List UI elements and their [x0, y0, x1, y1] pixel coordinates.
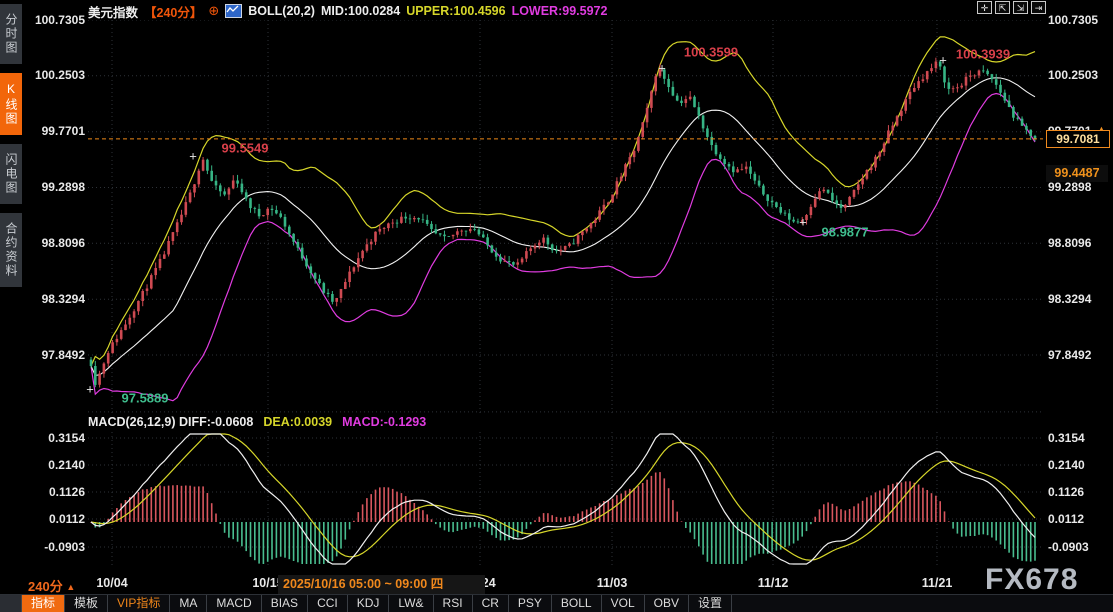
toolbar-button[interactable]: 指标	[22, 595, 65, 612]
toolbar-button[interactable]: OBV	[645, 595, 689, 612]
chart-control-icon[interactable]: ⇱	[995, 1, 1010, 14]
chart-control-icon[interactable]: ⇥	[1031, 1, 1046, 14]
toolbar-button[interactable]: PSY	[509, 595, 552, 612]
symbol-title: 美元指数	[88, 2, 138, 21]
boll-upper-readout: UPPER:100.4596	[406, 4, 505, 18]
macd-tick-label: 0.0112	[49, 512, 85, 526]
toolbar-button[interactable]: VOL	[602, 595, 645, 612]
toolbar-button[interactable]: BOLL	[552, 595, 602, 612]
macd-params-diff-readout: MACD(26,12,9) DIFF:-0.0608	[88, 415, 253, 429]
macd-tick-label: 0.1126	[1048, 485, 1084, 499]
macd-tick-label: -0.0903	[1048, 540, 1089, 554]
boll-mid-readout: MID:100.0284	[321, 4, 400, 18]
macd-axis-left: 0.3154 0.2140 0.1126 0.0112 -0.0903	[0, 0, 85, 612]
macd-tick-label: 0.0112	[1048, 512, 1084, 526]
macd-dea-readout: DEA:0.0039	[263, 415, 332, 429]
macd-axis-right: 0.3154 0.2140 0.1126 0.0112 -0.0903	[1048, 0, 1113, 612]
chart-control-icon[interactable]: ⇲	[1013, 1, 1028, 14]
toolbar-button[interactable]: LW&	[389, 595, 433, 612]
macd-header: MACD(26,12,9) DIFF:-0.0608 DEA:0.0039 MA…	[88, 415, 426, 429]
period-tag[interactable]: 【240分】	[144, 2, 202, 21]
toolbar-button[interactable]: MACD	[207, 595, 261, 612]
macd-tick-label: 0.2140	[48, 458, 85, 472]
toolbar-button[interactable]: MA	[170, 595, 207, 612]
toolbar-button[interactable]: 设置	[689, 595, 732, 612]
date-tick-label: 11/21	[922, 576, 953, 590]
boll-lower-readout: LOWER:99.5972	[512, 4, 608, 18]
macd-tick-label: 0.2140	[1048, 458, 1085, 472]
boll-params: BOLL(20,2)	[248, 4, 315, 18]
cross-marker-icon	[86, 382, 94, 397]
extreme-price-label: 100.3599	[684, 45, 738, 60]
toolbar-stub	[0, 595, 22, 612]
macd-tick-label: 0.3154	[48, 431, 85, 445]
macd-tick-label: -0.0903	[44, 540, 85, 554]
toolbar-button[interactable]: KDJ	[348, 595, 390, 612]
date-tick-label: 11/12	[758, 576, 789, 590]
toolbar-button[interactable]: CCI	[308, 595, 348, 612]
candlestick-chart[interactable]	[88, 20, 1043, 415]
macd-chart[interactable]	[88, 432, 1043, 566]
bar-time-tooltip: 2025/10/16 05:00 ~ 09:00 四	[278, 575, 485, 594]
trading-app-window: 分时图K线图闪电图合约资料 美元指数 【240分】 ⊕ BOLL(20,2) M…	[0, 0, 1113, 612]
extreme-price-label: 100.3939	[956, 47, 1010, 62]
macd-tick-label: 0.1126	[49, 485, 85, 499]
line-chart-icon[interactable]	[225, 4, 242, 18]
time-axis: 240分 ▲ 10/0410/1510/2411/0311/1211/21 20…	[0, 575, 1113, 594]
extreme-price-label: 98.9877	[822, 225, 869, 240]
toolbar-button[interactable]: BIAS	[262, 595, 308, 612]
date-tick-label: 10/04	[96, 576, 127, 590]
cross-marker-icon	[939, 53, 947, 68]
chart-header: 美元指数 【240分】 ⊕ BOLL(20,2) MID:100.0284 UP…	[88, 3, 607, 19]
cross-marker-icon	[658, 61, 666, 76]
period-selector[interactable]: 240分 ▲	[28, 576, 75, 595]
macd-hist-readout: MACD:-0.1293	[342, 415, 426, 429]
toolbar-button[interactable]: 模板	[65, 595, 108, 612]
cross-marker-icon	[799, 215, 807, 230]
macd-tick-label: 0.3154	[1048, 431, 1085, 445]
toolbar-button[interactable]: CR	[473, 595, 509, 612]
chart-control-icon[interactable]: ✛	[977, 1, 992, 14]
toolbar-button[interactable]: RSI	[434, 595, 473, 612]
date-tick-label: 11/03	[597, 576, 628, 590]
indicator-toolbar: 指标模板VIP指标MAMACDBIASCCIKDJLW&RSICRPSYBOLL…	[0, 594, 1113, 612]
extreme-price-label: 97.5889	[122, 391, 169, 406]
cross-marker-icon	[189, 149, 197, 164]
triangle-up-icon: ▲	[66, 582, 75, 592]
extreme-price-label: 99.5549	[222, 141, 269, 156]
link-circle-plus-icon[interactable]: ⊕	[208, 3, 219, 19]
chart-controls: ✛⇱⇲⇥	[977, 1, 1046, 14]
toolbar-button[interactable]: VIP指标	[108, 595, 170, 612]
toolbar-items: 指标模板VIP指标MAMACDBIASCCIKDJLW&RSICRPSYBOLL…	[22, 595, 732, 612]
fx678-watermark: FX678	[985, 563, 1078, 597]
